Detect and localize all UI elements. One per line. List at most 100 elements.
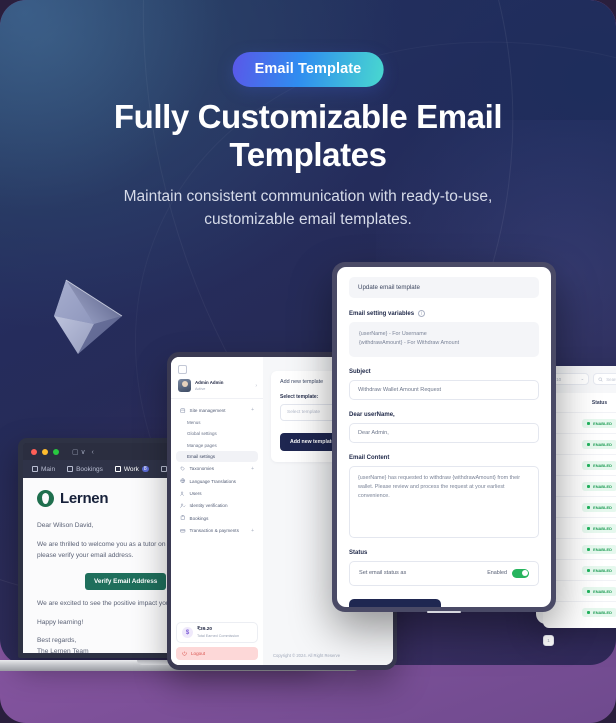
status-badge-label: ENABLED — [593, 567, 612, 573]
status-badge: ENABLED — [582, 418, 616, 428]
modal-title: Update email template — [349, 277, 539, 298]
diamond-gem-icon — [54, 279, 123, 354]
sidebar-item-users[interactable]: Users — [176, 487, 258, 499]
logout-button[interactable]: Logout — [176, 647, 258, 660]
sidebar-item-transaction-payments[interactable]: Transaction & payments + — [176, 524, 258, 537]
email-signoff-line2: The Lernen Team — [37, 648, 89, 656]
sidebar-user-status: Active — [195, 386, 206, 391]
hero-badge: Email Template — [232, 52, 384, 87]
email-content-textarea[interactable]: {userName} has requested to withdraw {wi… — [349, 465, 539, 538]
sidebar-item-transaction-payments-label: Transaction & payments — [189, 528, 239, 534]
commission-text: ₹39.20 Total Earned Commission — [197, 627, 239, 637]
titlebar-controls: ▢ ∨ ‹ — [72, 448, 94, 456]
sidebar-item-users-label: Users — [189, 490, 202, 496]
briefcase-icon — [114, 466, 121, 472]
status-dot-icon — [587, 526, 591, 530]
status-badge: ENABLED — [582, 481, 616, 491]
update-template-modal-device: Update email template Email setting vari… — [332, 262, 556, 613]
search-placeholder: Search — [606, 376, 616, 382]
sidebar-subitem-menus[interactable]: Menus — [176, 417, 258, 428]
sidebar-item-language-translations-label: Language Translations — [189, 478, 236, 484]
subject-input[interactable]: Withdraw Wallet Amount Request — [349, 379, 539, 400]
dear-username-input[interactable]: Dear Admin, — [349, 422, 539, 443]
chevron-down-icon: ⌄ — [580, 376, 585, 381]
commission-label: Total Earned Commission — [197, 633, 240, 638]
status-badge-label: ENABLED — [593, 588, 612, 594]
status-badge-label: ENABLED — [593, 420, 612, 426]
variables-label: Email setting variables — [349, 310, 415, 317]
search-icon — [598, 377, 603, 382]
sidebar-subitem-email-settings[interactable]: Email settings — [176, 450, 258, 463]
status-badge-label: ENABLED — [593, 483, 612, 489]
status-badge: ENABLED — [582, 439, 616, 449]
status-badge: ENABLED — [582, 502, 616, 512]
app-logo-icon[interactable] — [178, 365, 187, 374]
maximize-icon[interactable] — [53, 448, 59, 455]
sidebar-subitem-manage-pages[interactable]: Manage pages — [176, 440, 258, 451]
tab-work[interactable]: Work 8 — [114, 466, 149, 473]
update-email-template-button[interactable]: Update email template — [349, 598, 441, 607]
status-badge-label: ENABLED — [593, 441, 612, 447]
variables-box: {userName} - For Username {withdrawAmoun… — [349, 322, 539, 357]
status-toggle-group: Enabled — [487, 568, 529, 578]
tab-bookings-label: Bookings — [76, 465, 103, 473]
status-dot-icon — [587, 442, 591, 446]
status-badge: ENABLED — [582, 586, 616, 596]
lernen-logo-icon — [37, 490, 54, 507]
sidebar-item-site-management[interactable]: Site management + — [176, 404, 258, 417]
status-toggle[interactable] — [512, 568, 529, 578]
avatar — [178, 379, 191, 392]
status-dot-icon — [587, 547, 591, 551]
sidebar-item-language-translations[interactable]: Language Translations — [176, 475, 258, 487]
modal-frame: Update email template Email setting vari… — [332, 262, 556, 612]
verify-email-button[interactable]: Verify Email Address — [85, 572, 167, 590]
sidebar-nav: Site management + Menus Global settings … — [171, 399, 263, 537]
dollar-icon: $ — [182, 627, 193, 638]
tag-icon — [180, 466, 185, 471]
rows-per-page-select[interactable]: 10 ⌄ — [551, 373, 590, 385]
page-subtitle: Maintain consistent communication with r… — [123, 188, 493, 229]
variable-username: {userName} - For Username — [359, 331, 427, 337]
globe-icon — [180, 478, 186, 484]
sidebar-user-card[interactable]: Admin Admin Active › — [171, 379, 263, 399]
status-badge-label: ENABLED — [593, 504, 612, 510]
sidebar-subitem-global-settings[interactable]: Global settings — [176, 428, 258, 439]
status-dot-icon — [587, 589, 591, 593]
search-input[interactable]: Search — [593, 373, 616, 385]
clock-icon — [160, 466, 167, 472]
commission-card: $ ₹39.20 Total Earned Commission — [176, 622, 258, 643]
tab-main[interactable]: Main — [32, 466, 55, 473]
status-label: Status — [349, 549, 368, 556]
status-toggle-value: Enabled — [487, 570, 507, 577]
sidebar-item-identity-verification[interactable]: Identity verification — [176, 500, 258, 512]
sidebar-item-taxonomies[interactable]: Taxonomies + — [176, 462, 258, 475]
expand-icon[interactable]: + — [251, 528, 254, 534]
tab-work-badge: 8 — [141, 466, 149, 472]
sidebar-item-taxonomies-label: Taxonomies — [189, 466, 215, 472]
status-dot-icon — [587, 568, 591, 572]
status-badge: ENABLED — [582, 607, 616, 617]
status-dot-icon — [587, 610, 591, 614]
info-icon[interactable]: i — [418, 310, 426, 317]
layout-icon — [180, 408, 186, 413]
status-badge: ENABLED — [582, 544, 616, 554]
clipboard-icon — [180, 515, 185, 521]
sidebar-item-bookings[interactable]: Bookings — [176, 512, 258, 524]
calendar-icon — [67, 466, 74, 472]
minimize-icon[interactable] — [42, 448, 48, 455]
sidebar-user-name: Admin Admin — [195, 380, 224, 386]
expand-icon[interactable]: + — [251, 407, 254, 413]
email-signoff-line1: Best regards, — [37, 637, 77, 645]
status-toggle-row: Set email status as Enabled — [349, 560, 539, 586]
tab-bookings[interactable]: Bookings — [67, 466, 103, 473]
expand-icon[interactable]: + — [251, 466, 254, 472]
subject-label: Subject — [349, 368, 371, 375]
status-badge: ENABLED — [582, 523, 616, 533]
users-icon — [180, 491, 184, 496]
chevron-right-icon[interactable]: › — [255, 383, 257, 389]
power-icon — [182, 651, 187, 656]
admin-footer-copyright: Copyright © 2024. All Right Reserve — [273, 653, 341, 658]
pagination-page-button[interactable]: 1 — [543, 635, 554, 646]
close-icon[interactable] — [31, 448, 37, 455]
